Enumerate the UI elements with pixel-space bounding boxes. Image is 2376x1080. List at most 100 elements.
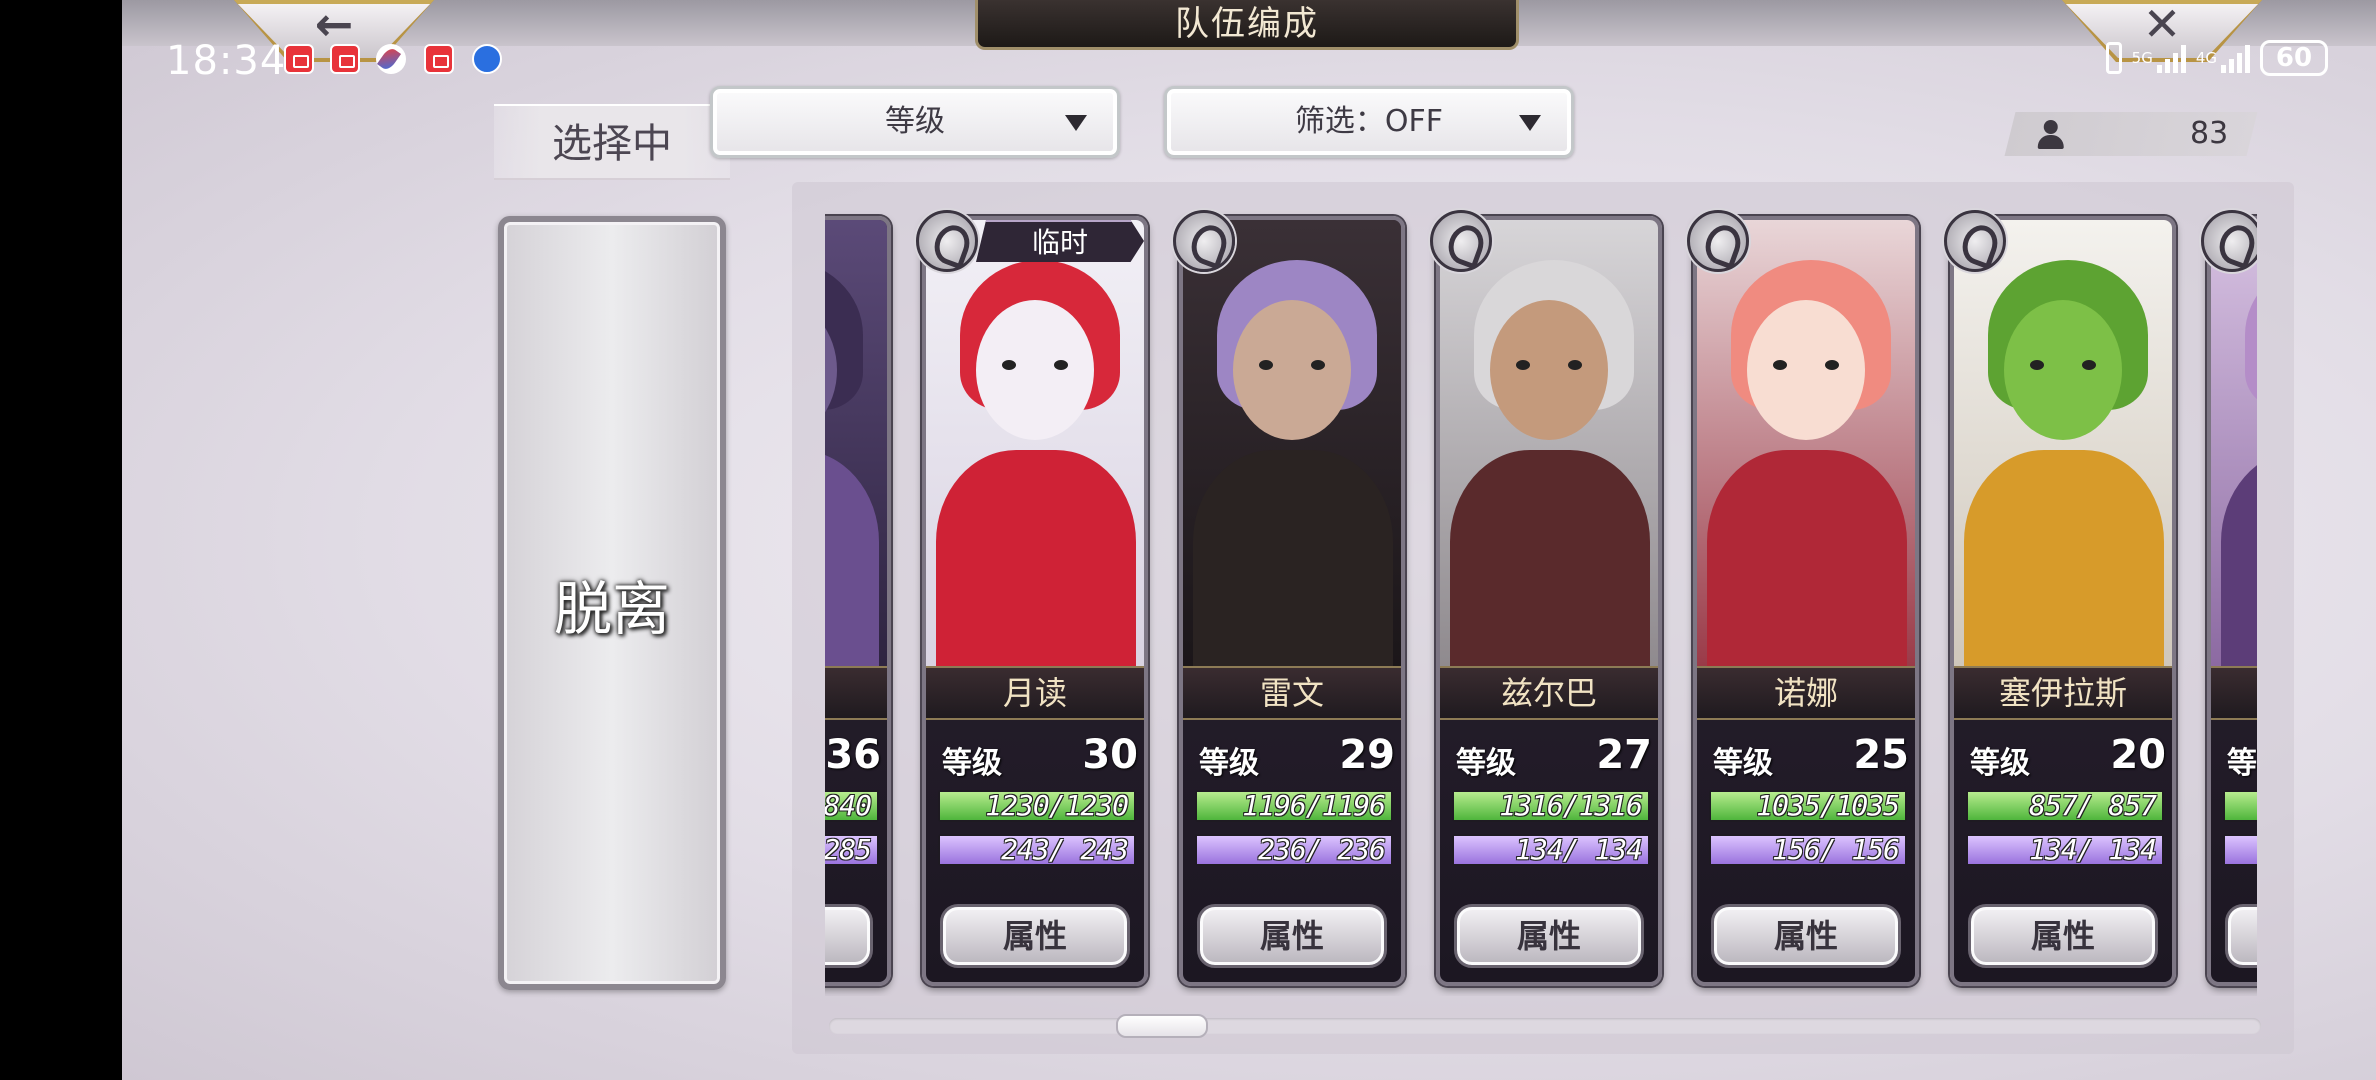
character-card[interactable]: 诺娜 等级 25 1035/1035 156/ 156 属性 (1687, 210, 1919, 986)
character-card[interactable]: 娜 等级 36 840 285 属性 (825, 216, 891, 986)
hp-bar: 1035/1035 (1709, 790, 1907, 822)
bow-icon (1687, 210, 1749, 272)
mp-bar: 134/ 134 (1966, 834, 2164, 866)
filter-dropdown[interactable]: 筛选：OFF (1164, 86, 1574, 158)
attributes-button[interactable]: 属性 (1968, 904, 2158, 968)
attributes-button[interactable]: 属性 (825, 904, 873, 968)
character-portrait (926, 220, 1144, 666)
arrow-left-icon: ← (314, 0, 354, 51)
attributes-button[interactable]: 属性 (1711, 904, 1901, 968)
portrait-face (1490, 300, 1608, 440)
hp-bar (2223, 790, 2257, 822)
attributes-button[interactable]: 属性 (1197, 904, 1387, 968)
mp-bar: 134/ 134 (1452, 834, 1650, 866)
level-row: 等级 (2227, 738, 2257, 782)
roster-scrollbar[interactable] (829, 1018, 2261, 1034)
member-count: 83 (2189, 116, 2228, 151)
character-portrait (825, 220, 887, 666)
hp-value: 857/ 857 (2029, 789, 2157, 822)
portrait-eye (1516, 360, 1530, 370)
hp-value: 1196/1196 (1242, 789, 1386, 822)
system-tray: 5G 4G 60 (2105, 40, 2328, 76)
page-title: 队伍编成 (975, 0, 1519, 50)
chevron-down-icon (1519, 115, 1541, 131)
portrait-eye (2082, 360, 2096, 370)
mp-value: 156/ 156 (1772, 833, 1900, 866)
chevron-down-icon (1065, 115, 1087, 131)
attributes-button[interactable]: 属性 (1454, 904, 1644, 968)
level-label: 等级 (1970, 746, 2030, 781)
hp-value: 840 (825, 789, 872, 822)
character-card[interactable]: 临时 月读 等级 30 1230/1230 243/ 243 属性 (916, 210, 1148, 986)
character-card[interactable]: 等级 属性 (2201, 210, 2257, 986)
browser-notification-icon (376, 44, 406, 74)
portrait-eye (1002, 360, 1016, 370)
character-portrait (1954, 220, 2172, 666)
portrait-body (1193, 450, 1393, 666)
character-card[interactable]: 塞伊拉斯 等级 20 857/ 857 134/ 134 属性 (1944, 210, 2176, 986)
portrait-eye (1259, 360, 1273, 370)
mp-bar: 243/ 243 (938, 834, 1136, 866)
staff-icon (1173, 210, 1235, 272)
mp-value: 243/ 243 (1001, 833, 1129, 866)
character-name: 月读 (926, 666, 1144, 720)
sword-icon (1944, 210, 2006, 272)
character-name: 塞伊拉斯 (1954, 666, 2172, 720)
selecting-label: 选择中 (494, 104, 730, 180)
signal-icon (2221, 43, 2250, 73)
portrait-eye (1311, 360, 1325, 370)
leave-party-button[interactable]: 脱离 (498, 216, 726, 990)
portrait-eye (1773, 360, 1787, 370)
app-notification-icon (330, 44, 360, 74)
roster-list[interactable]: 娜 等级 36 840 285 属性 临时 月读 等级 30 (825, 200, 2257, 996)
level-value: 29 (1339, 732, 1395, 778)
sort-dropdown[interactable]: 等级 (710, 86, 1120, 158)
network-5g-label: 5G (2131, 49, 2153, 67)
character-name: 娜 (825, 666, 887, 720)
portrait-eye (1054, 360, 1068, 370)
attributes-button[interactable]: 属性 (2225, 904, 2257, 968)
attributes-button[interactable]: 属性 (940, 904, 1130, 968)
character-name (2211, 666, 2257, 720)
roster-scroll-thumb[interactable] (1116, 1014, 1208, 1038)
level-row: 等级 30 (942, 732, 1138, 782)
level-value: 27 (1596, 732, 1652, 778)
app-notification-icon (424, 44, 454, 74)
level-label: 等级 (1713, 746, 1773, 781)
signal-icon (2156, 43, 2186, 73)
character-portrait (2211, 220, 2257, 666)
portrait-body (1707, 450, 1907, 666)
staff-icon (916, 210, 978, 272)
hp-bar: 1230/1230 (938, 790, 1136, 822)
mp-bar-fill (2225, 836, 2257, 864)
axe-icon (1430, 210, 1492, 272)
hp-bar: 1316/1316 (1452, 790, 1650, 822)
app-notification-icon (284, 44, 314, 74)
level-row: 等级 36 (825, 732, 881, 782)
mp-bar: 285 (825, 834, 879, 866)
sync-notification-icon (472, 44, 502, 74)
hp-value: 1316/1316 (1499, 789, 1643, 822)
hp-bar: 857/ 857 (1966, 790, 2164, 822)
hp-value: 1230/1230 (985, 789, 1129, 822)
game-screen: 队伍编成 ← ✕ 选择中 脱离 等级 筛选：OFF 83 36 840 285 … (122, 0, 2376, 1080)
portrait-face (976, 300, 1094, 440)
mp-value: 236/ 236 (1258, 833, 1386, 866)
portrait-eye (1825, 360, 1839, 370)
level-row: 等级 27 (1456, 732, 1652, 782)
portrait-eye (1568, 360, 1582, 370)
hp-bar: 1196/1196 (1195, 790, 1393, 822)
mp-bar: 156/ 156 (1709, 834, 1907, 866)
level-value: 20 (2110, 732, 2166, 778)
clock: 18:34 (166, 38, 287, 84)
level-row: 等级 25 (1713, 732, 1909, 782)
level-value: 36 (825, 732, 881, 778)
member-count-badge: 83 (2004, 112, 2258, 156)
level-row: 等级 29 (1199, 732, 1395, 782)
person-icon (2038, 120, 2064, 150)
character-card[interactable]: 雷文 等级 29 1196/1196 236/ 236 属性 (1173, 210, 1405, 986)
level-label: 等级 (942, 746, 1002, 781)
sort-dropdown-value: 等级 (885, 104, 945, 139)
level-value: 30 (1082, 732, 1138, 778)
character-card[interactable]: 兹尔巴 等级 27 1316/1316 134/ 134 属性 (1430, 210, 1662, 986)
